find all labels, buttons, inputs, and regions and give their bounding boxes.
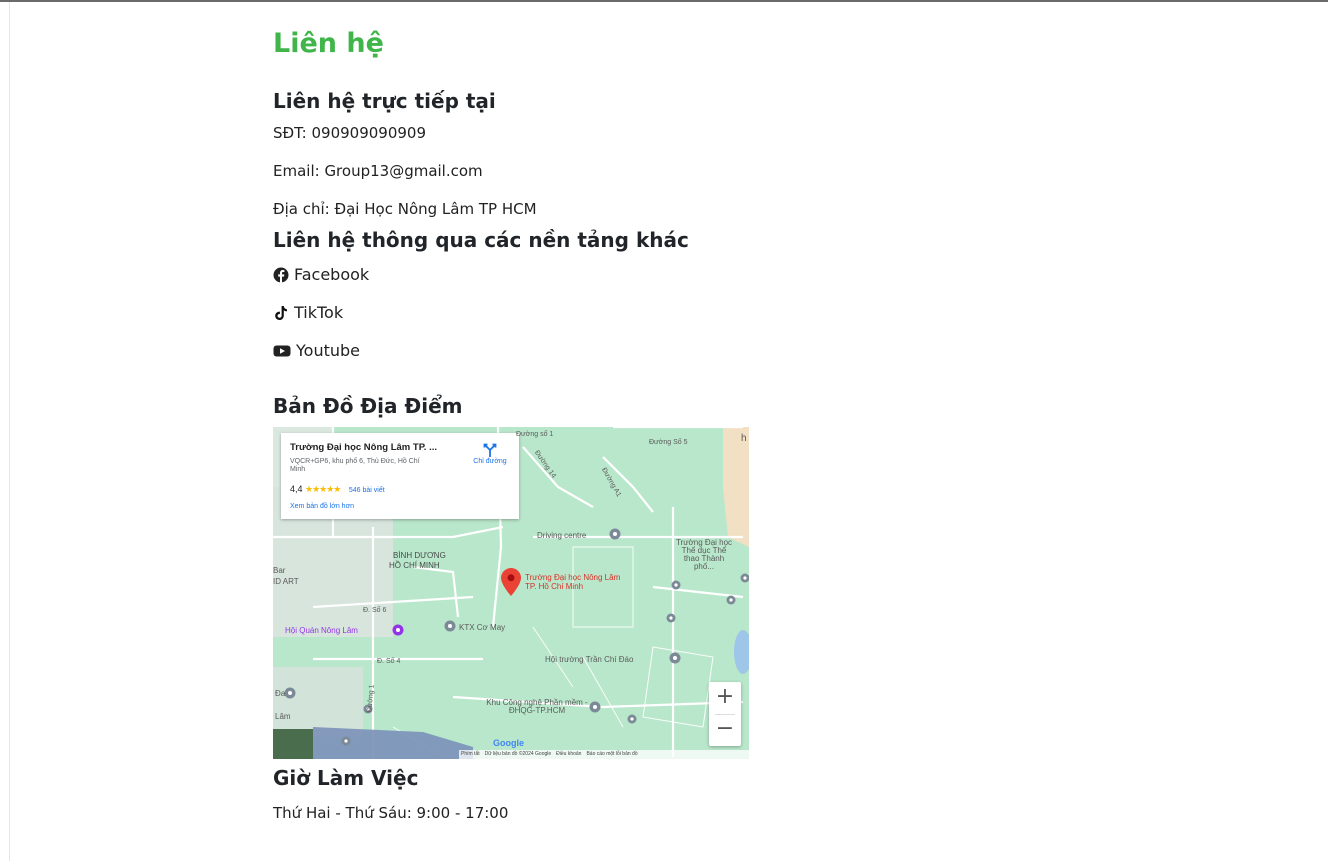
poi-hoi-quan-icon [392,624,404,636]
left-border [9,2,10,861]
top-border [0,0,1328,2]
zoom-out-button[interactable]: − [709,714,741,746]
place-info-card: Trường Đại học Nông Lâm TP. ... VQCR+GP6… [281,433,519,519]
page-title: Liên hệ [273,28,384,59]
label-lam: Lâm [275,712,291,721]
facebook-label: Facebook [294,265,370,284]
phone-text: SĐT: 090909090909 [273,124,427,142]
place-title: Trường Đại học Nông Lâm TP. ... [290,442,437,453]
label-da: Đa [275,689,286,698]
facebook-icon [273,267,289,283]
directions-icon [483,443,497,457]
label-hoi-quan: Hội Quán Nông Lâm [285,626,358,635]
poi-marker-7-icon [341,736,351,746]
label-ktx: KTX Cơ May [459,623,506,632]
label-ho-chi-minh: HỒ CHÍ MINH [389,561,440,570]
contact-content: Liên hệ Liên hệ trực tiếp tại SĐT: 09090… [273,28,873,823]
google-logo: Google [493,738,524,748]
label-road-so1: Đường số 1 [516,431,554,438]
other-platforms-heading: Liên hệ thông qua các nền tảng khác [273,228,689,252]
rating-stars-icon: ★★★★★ [305,484,341,494]
keyboard-shortcuts-link[interactable]: Phím tắt [461,750,480,759]
label-hoi-truong: Hội trường Trần Chí Đáo [545,655,634,664]
embedded-map[interactable]: Trường Đại học Nông Lâm TP. ... VQCR+GP6… [273,427,749,759]
hours-heading: Giờ Làm Việc [273,766,419,790]
report-error-link[interactable]: Báo cáo một lỗi bản đồ [586,750,637,759]
weekday-hours-text: Thứ Hai - Thứ Sáu: 9:00 - 17:00 [273,804,509,822]
poi-marker-5-icon [627,714,637,724]
label-h: h [741,433,747,444]
poi-marker-8-icon [284,687,296,699]
zoom-controls: + − [709,682,741,746]
direct-contact-heading: Liên hệ trực tiếp tại [273,89,496,113]
poi-driving-centre-icon [609,528,621,540]
reviews-link[interactable]: 546 bài viết [349,487,385,494]
youtube-link[interactable]: Youtube [273,341,873,361]
address-text: Địa chỉ: Đại Học Nông Lâm TP HCM [273,200,537,218]
label-binh-duong: BÌNH DƯƠNG [393,551,446,560]
tiktok-link[interactable]: TikTok [273,303,873,323]
terms-link[interactable]: Điều khoản [556,750,581,759]
poi-marker-3-icon [726,595,736,605]
label-software-park: Khu Công nghệ Phần mềm - ĐHQG-TP.HCM [486,698,588,715]
label-id-art: ID ART [273,577,299,586]
map-data-text: Dữ liệu bản đồ ©2024 Google [484,751,552,757]
map-footer: Phím tắt Dữ liệu bản đồ ©2024 Google Điề… [459,750,749,759]
location-pin-icon[interactable] [501,568,521,596]
label-road-so5: Đường Số 5 [649,439,688,446]
poi-software-park-icon [589,701,601,713]
rating-value: 4,4 [290,484,303,494]
label-bar: Bar [273,566,286,575]
poi-marker-1-icon [671,580,681,590]
directions-label: Chỉ đường [473,458,507,465]
view-larger-map-link[interactable]: Xem bản đồ lớn hơn [290,503,354,510]
directions-button[interactable]: Chỉ đường [465,443,515,465]
place-rating: 4,4 ★★★★★ 546 bài viết [290,484,385,495]
label-road-so4: Đ. Số 4 [377,658,401,665]
youtube-label: Youtube [296,341,360,360]
label-driving-centre: Driving centre [537,531,587,540]
zoom-in-button[interactable]: + [709,682,741,714]
map-heading: Bản Đồ Địa Điểm [273,394,463,418]
pin-label: Trường Đại học Nông Lâm TP. Hồ Chí Minh [525,573,621,591]
poi-ktx-icon [444,620,456,632]
poi-hoi-truong-icon [669,652,681,664]
poi-marker-2-icon [666,613,676,623]
label-sports-university: Trường Đại học Thể dục Thể thao Thành ph… [675,538,733,571]
label-road-so6: Đ. Số 6 [363,607,387,614]
youtube-icon [273,345,291,357]
tiktok-icon [275,306,287,320]
email-text: Email: Group13@gmail.com [273,162,483,180]
poi-marker-4-icon [740,573,749,583]
tiktok-label: TikTok [294,303,344,322]
facebook-link[interactable]: Facebook [273,265,873,285]
place-address: VQCR+GP6, khu phố 6, Thủ Đức, Hồ Chí Min… [290,458,420,473]
